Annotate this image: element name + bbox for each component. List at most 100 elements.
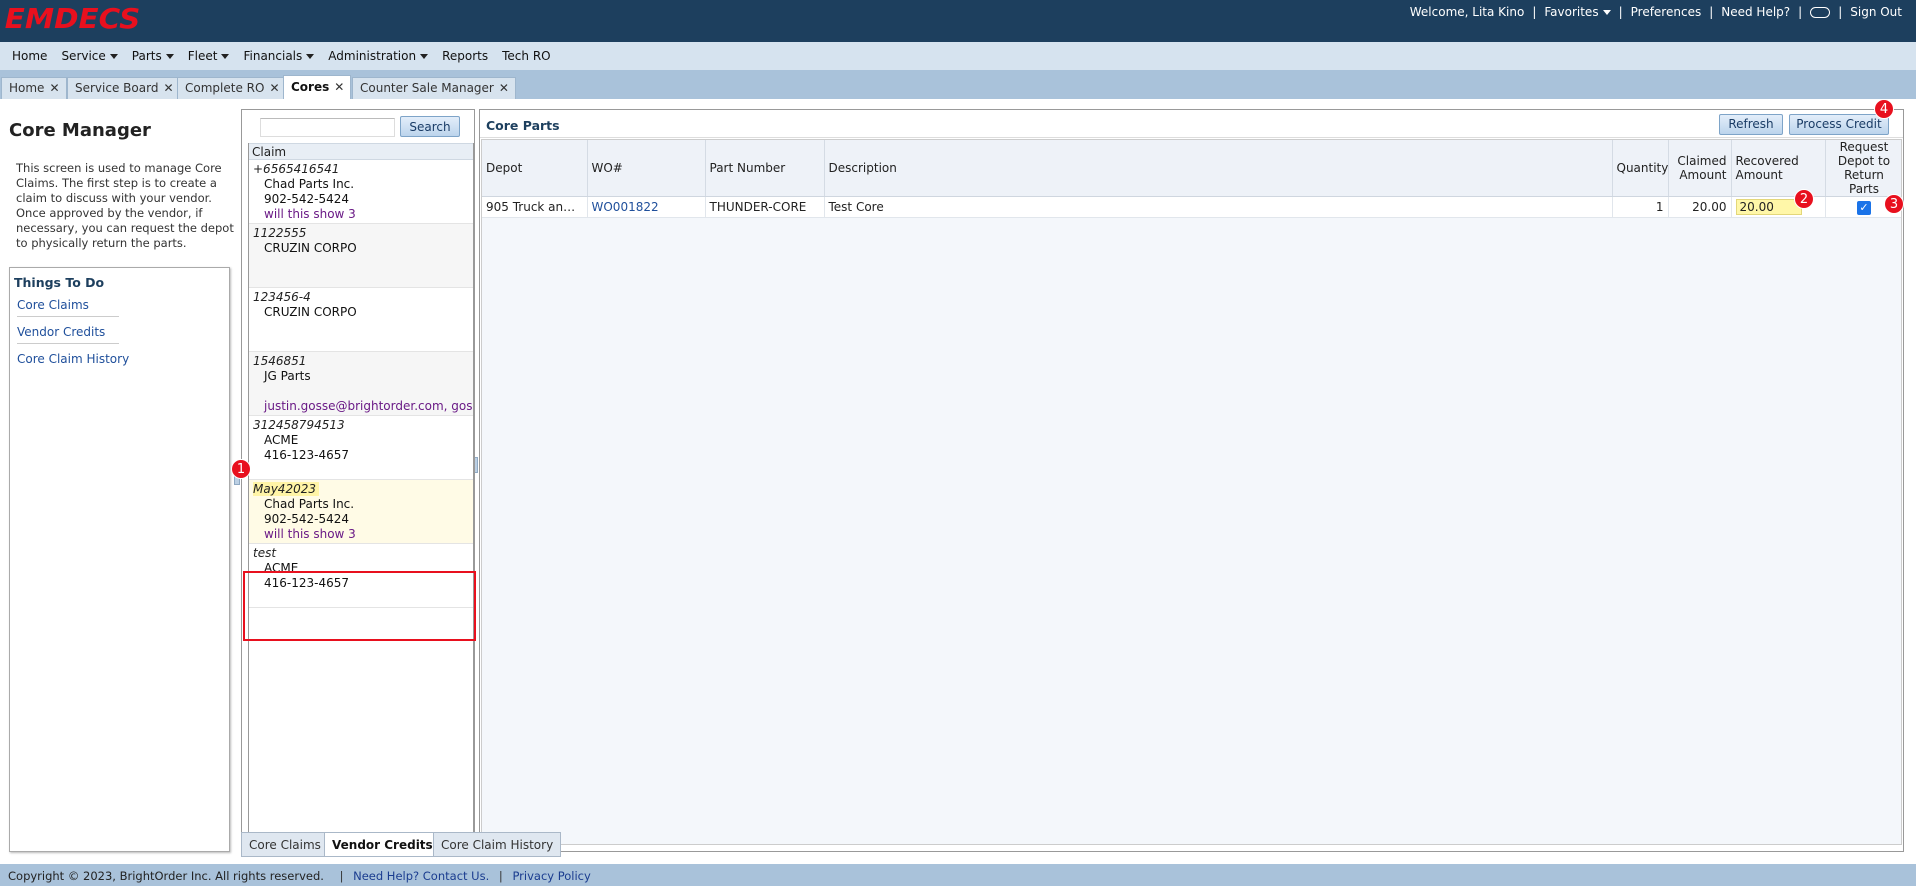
col-part-number[interactable]: Part Number	[705, 140, 825, 197]
menu-home[interactable]: Home	[5, 49, 54, 63]
emdecs-logo[interactable]: EMDECS	[5, 2, 141, 35]
col-description[interactable]: Description	[824, 140, 1613, 197]
claim-vendor: Chad Parts Inc.	[264, 177, 355, 191]
subtab-core-claim-history[interactable]: Core Claim History	[433, 832, 562, 857]
claim-item-selected[interactable]: May42023 Chad Parts Inc. 902-542-5424 wi…	[249, 480, 473, 544]
claim-phone: 902-542-5424	[264, 512, 350, 526]
claim-vendor: Chad Parts Inc.	[264, 497, 355, 511]
cell-quantity: 1	[1612, 196, 1669, 218]
process-credit-button[interactable]: Process Credit	[1789, 114, 1889, 135]
claim-note: will this show 3	[264, 527, 356, 541]
claim-column-header: Claim	[249, 143, 473, 160]
callout-badge-2: 2	[1794, 189, 1814, 209]
todo-link-core-claims[interactable]: Core Claims	[17, 298, 119, 317]
left-info-panel: Core Manager This screen is used to mana…	[0, 99, 234, 852]
claim-item[interactable]: test ACME 416-123-4657	[249, 544, 473, 608]
close-icon[interactable]: ✕	[49, 81, 59, 95]
claim-list: Claim +6565416541 Chad Parts Inc. 902-54…	[248, 143, 474, 843]
menu-label: Service	[61, 49, 106, 63]
chevron-down-icon	[221, 54, 230, 59]
chevron-down-icon	[420, 54, 429, 59]
preferences-link[interactable]: Preferences	[1623, 5, 1710, 19]
request-return-checkbox[interactable]: ✓	[1857, 200, 1871, 215]
cloud-status[interactable]	[1802, 5, 1838, 19]
claim-vendor: CRUZIN CORPO	[264, 241, 357, 255]
close-icon[interactable]: ✕	[269, 81, 279, 95]
col-claimed-amount[interactable]: Claimed Amount	[1668, 140, 1732, 197]
tab-cores[interactable]: Cores ✕	[283, 75, 352, 99]
core-parts-title: Core Parts	[486, 118, 560, 133]
claim-number: test	[253, 546, 277, 560]
callout-badge-4: 4	[1874, 99, 1894, 119]
claim-item[interactable]: +6565416541 Chad Parts Inc. 902-542-5424…	[249, 160, 473, 224]
menu-financials[interactable]: Financials	[236, 49, 321, 63]
cell-wo-link[interactable]: WO001822	[587, 196, 706, 218]
top-bar: EMDECS Welcome, Lita Kino | Favorites | …	[0, 0, 1916, 42]
todo-link-core-claim-history[interactable]: Core Claim History	[17, 352, 129, 370]
menu-service[interactable]: Service	[54, 49, 124, 63]
claim-number: 1122555	[253, 226, 307, 240]
close-icon[interactable]: ✕	[163, 81, 173, 95]
things-to-do-title: Things To Do	[14, 275, 105, 290]
claim-search-row: Search	[242, 110, 474, 143]
subtab-core-claims[interactable]: Core Claims	[241, 832, 329, 857]
claim-number: 123456-4	[253, 290, 311, 304]
claim-phone	[253, 384, 473, 399]
tab-label: Service Board	[75, 81, 159, 95]
core-parts-header: Core Parts Refresh Process Credit	[480, 110, 1903, 138]
menu-label: Fleet	[187, 49, 218, 63]
claim-item[interactable]: 123456-4 CRUZIN CORPO	[249, 288, 473, 352]
menu-administration[interactable]: Administration	[321, 49, 435, 63]
claim-item[interactable]: 1546851 JG Parts justin.gosse@brightorde…	[249, 352, 473, 416]
chevron-down-icon	[306, 54, 315, 59]
subtab-vendor-credits[interactable]: Vendor Credits	[324, 832, 441, 857]
cell-description: Test Core	[824, 196, 1613, 218]
menu-tech-ro[interactable]: Tech RO	[495, 49, 557, 63]
cell-depot: 905 Truck and Trailer	[482, 196, 588, 218]
close-icon[interactable]: ✕	[499, 81, 509, 95]
need-help-link[interactable]: Need Help?	[1713, 5, 1798, 19]
claim-item[interactable]: 312458794513 ACME 416-123-4657	[249, 416, 473, 480]
privacy-policy-link[interactable]: Privacy Policy	[512, 869, 590, 883]
tab-label: Cores	[291, 80, 330, 94]
tab-bar: Home ✕ Service Board ✕ Complete RO ✕ Cores ✕…	[0, 70, 1916, 99]
table-row[interactable]: 905 Truck and Trailer WO001822 THUNDER-C…	[482, 196, 1901, 218]
core-parts-panel: Core Parts Refresh Process Credit Depot …	[479, 109, 1904, 852]
cell-part-number: THUNDER-CORE	[705, 196, 825, 218]
tab-service-board[interactable]: Service Board ✕	[67, 77, 181, 99]
claim-number: +6565416541	[253, 162, 340, 176]
menu-parts[interactable]: Parts	[125, 49, 181, 63]
core-parts-table: Depot WO# Part Number Description Quanti…	[482, 140, 1901, 218]
claim-vendor: JG Parts	[264, 369, 311, 383]
tab-label: Home	[9, 81, 45, 95]
menu-fleet[interactable]: Fleet	[181, 49, 237, 63]
claim-item[interactable]: 1122555 CRUZIN CORPO	[249, 224, 473, 288]
col-wo[interactable]: WO#	[587, 140, 706, 197]
footer-separator: |	[498, 869, 503, 883]
page-content: Core Manager This screen is used to mana…	[0, 99, 1916, 864]
claim-note: will this show 3	[264, 207, 356, 221]
todo-link-vendor-credits[interactable]: Vendor Credits	[17, 325, 119, 344]
favorites-menu[interactable]: Favorites	[1536, 5, 1618, 19]
menu-label: Financials	[243, 49, 303, 63]
close-icon[interactable]: ✕	[334, 80, 344, 94]
sign-out-link[interactable]: Sign Out	[1842, 5, 1910, 19]
tab-home[interactable]: Home ✕	[1, 77, 67, 99]
recovered-amount-input[interactable]	[1735, 199, 1802, 215]
intro-text: This screen is used to manage Core Claim…	[16, 161, 234, 250]
col-recovered-amount[interactable]: Recovered Amount	[1731, 140, 1826, 197]
col-request-return[interactable]: Request Depot to Return Parts	[1825, 140, 1901, 197]
things-to-do-panel: Things To Do Core Claims Vendor Credits …	[9, 267, 230, 852]
claim-phone: 902-542-5424	[264, 192, 350, 206]
tab-counter-sale-manager[interactable]: Counter Sale Manager ✕	[352, 77, 516, 99]
refresh-button[interactable]: Refresh	[1719, 114, 1783, 135]
tab-complete-ro[interactable]: Complete RO ✕	[177, 77, 287, 99]
claim-search-input[interactable]	[260, 118, 395, 137]
tab-label: Complete RO	[185, 81, 265, 95]
search-button[interactable]: Search	[400, 116, 460, 137]
contact-us-link[interactable]: Need Help? Contact Us.	[353, 869, 489, 883]
col-quantity[interactable]: Quantity	[1612, 140, 1669, 197]
col-depot[interactable]: Depot	[482, 140, 588, 197]
menu-reports[interactable]: Reports	[435, 49, 495, 63]
claim-number: 1546851	[253, 354, 307, 368]
